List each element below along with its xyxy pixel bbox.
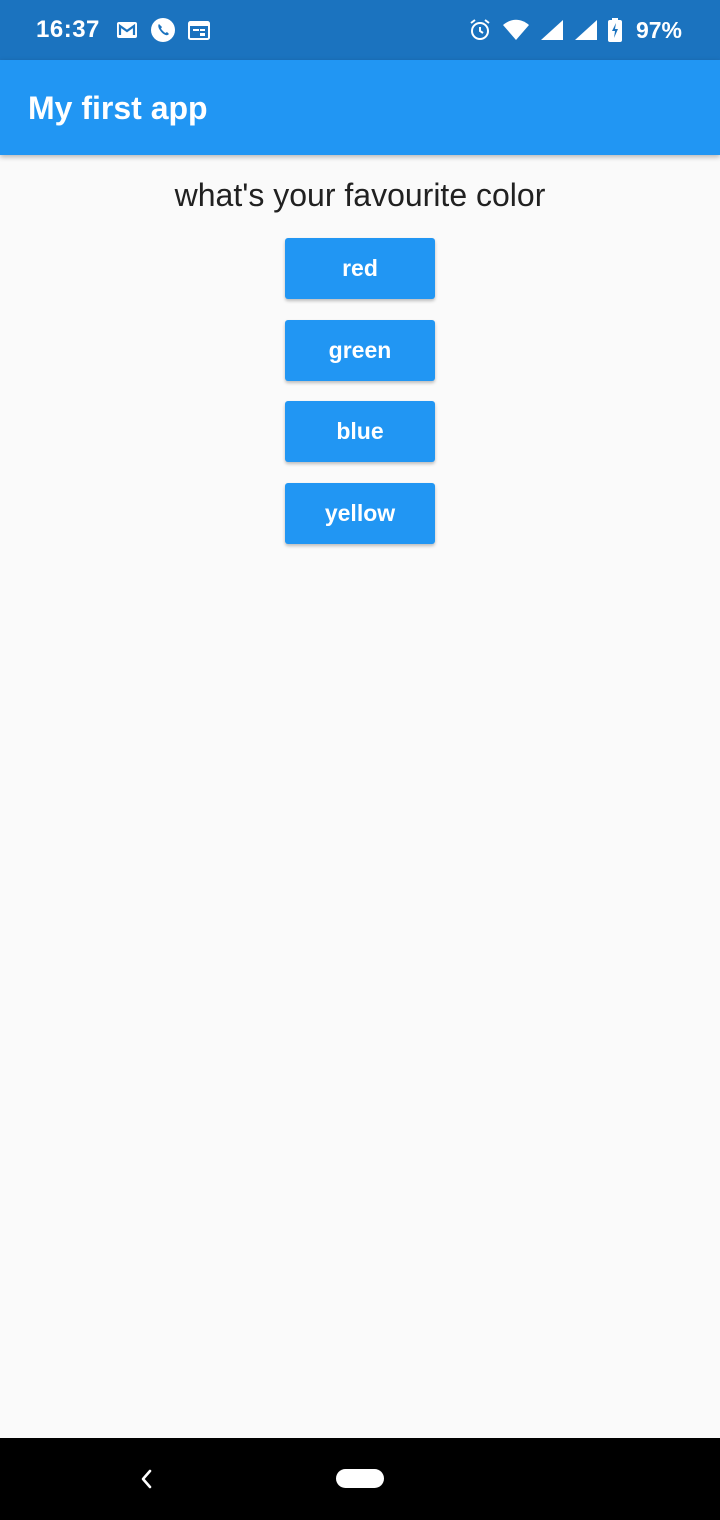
button-label: red: [342, 255, 378, 281]
app-title: My first app: [28, 90, 208, 126]
calendar-icon: [187, 20, 210, 40]
green-button[interactable]: green: [285, 320, 435, 381]
status-right: 97%: [468, 0, 682, 60]
gmail-icon: [116, 21, 138, 39]
button-label: blue: [336, 418, 384, 444]
phone-icon: [150, 17, 176, 43]
blue-button[interactable]: blue: [285, 401, 435, 462]
status-time: 16:37: [36, 16, 100, 43]
button-label: green: [328, 337, 392, 363]
battery-percentage: 97%: [635, 16, 682, 43]
status-bar: 16:37 97%: [0, 0, 720, 60]
signal-icon: [540, 19, 564, 41]
wifi-icon: [502, 19, 530, 41]
main-content: what's your favourite color red green bl…: [0, 155, 720, 1438]
navigation-bar: [0, 1438, 720, 1520]
signal-icon: [574, 19, 598, 41]
home-pill-icon[interactable]: [336, 1469, 384, 1488]
battery-charging-icon: [607, 18, 622, 42]
button-label: yellow: [324, 500, 396, 526]
question-text: what's your favourite color: [174, 177, 546, 213]
status-left: 16:37: [36, 0, 222, 60]
app-bar: My first app: [0, 60, 720, 155]
red-button[interactable]: red: [285, 238, 435, 299]
alarm-icon: [468, 18, 492, 42]
yellow-button[interactable]: yellow: [285, 483, 435, 544]
back-icon[interactable]: [136, 1467, 158, 1491]
